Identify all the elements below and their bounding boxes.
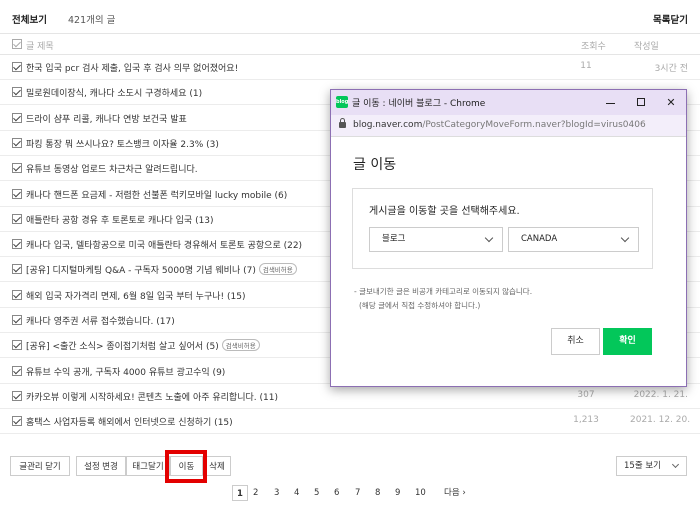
page-url: blog.naver.com/PostCategoryMoveForm.nave… [353,120,646,130]
post-title[interactable]: 파킹 통장 뭐 쓰시나요? 토스뱅크 이자율 2.3% (3) [26,137,219,150]
page-link[interactable]: 2 [253,485,258,501]
post-title[interactable]: 캐나다 핸드폰 요금제 - 저렴한 선불폰 럭키모바일 lucky mobile… [26,188,287,201]
lock-icon [339,118,346,128]
column-date: 작성일 [634,42,659,52]
column-views: 조회수 [581,42,606,52]
row-checkbox[interactable] [12,239,22,250]
chevron-down-icon [484,233,494,243]
post-title[interactable]: 해외 입국 자가격리 면제, 6월 8일 입국 부터 누구나! (15) [26,289,245,302]
row-checkbox[interactable] [12,416,22,427]
row-checkbox[interactable] [12,137,22,148]
post-views: 11 [580,61,592,71]
search-disallowed-badge: 검색비허용 [258,263,297,276]
page-link[interactable]: 6 [334,485,339,501]
row-checkbox[interactable] [12,365,22,376]
table-row[interactable]: 카카오뷰 이렇게 시작하세요! 콘텐츠 노출에 아주 유리합니다. (11) 30… [0,384,700,409]
notice-line-1: - 글보내기한 글은 비공개 카테고리로 이동되지 않습니다. [354,287,533,296]
table-row[interactable]: 한국 입국 pcr 검사 제출, 입국 후 검사 의무 없어졌어요! 11 3시간 … [0,55,700,80]
list-header: 전체보기 421개의 글 목록닫기 [12,12,688,26]
post-title[interactable]: 한국 입국 pcr 검사 제출, 입국 후 검사 의무 없어졌어요! [26,61,238,74]
settings-change-button[interactable]: 설정 변경 [76,456,126,476]
row-checkbox[interactable] [12,390,22,401]
row-checkbox[interactable] [12,112,22,123]
page-link[interactable]: 8 [375,485,380,501]
page-title: 전체보기 [12,15,47,26]
category-select-value: CANADA [521,234,558,244]
post-title[interactable]: 애틀란타 공항 경유 후 토론토로 캐나다 입국 (13) [26,213,214,226]
move-post-popup-window: blog 글 이동 : 네이버 블로그 - Chrome ✕ blog.nave… [330,89,687,387]
blog-select[interactable]: 블로그 [369,227,503,252]
page-link[interactable]: 4 [294,485,299,501]
post-date: 2022. 1. 21. [633,389,688,400]
page-link[interactable]: 5 [314,485,319,501]
chevron-down-icon [671,460,680,469]
page-link[interactable]: 3 [274,485,279,501]
post-title[interactable]: [공유] <출간 소식> 종이접기처럼 살고 싶어서 (5) 검색비허용 [26,339,260,352]
collapse-list-link[interactable]: 목록닫기 [653,12,688,26]
post-title[interactable]: 카카오뷰 이렇게 시작하세요! 콘텐츠 노출에 아주 유리합니다. (11) [26,390,278,403]
address-bar[interactable]: blog.naver.com/PostCategoryMoveForm.nave… [331,115,686,137]
post-title[interactable]: 밀로원데이장식, 캐나다 소도시 구경하세요 (1) [26,86,202,99]
destination-prompt: 게시글을 이동할 곳을 선택해주세요. [369,206,520,217]
window-title: 글 이동 : 네이버 블로그 - Chrome [352,99,486,109]
post-views: 307 [577,389,595,400]
row-checkbox[interactable] [12,340,22,351]
row-checkbox[interactable] [12,289,22,300]
add-tag-button[interactable]: 태그달기 [126,456,170,476]
per-page-select[interactable]: 15줄 보기 [616,456,687,476]
post-date: 3시간 전 [654,64,688,74]
post-title[interactable]: [공유] 디지털마케팅 Q&A - 구독자 5000명 기념 웨비나 (7) 검색… [26,263,297,276]
per-page-label: 15줄 보기 [624,461,661,471]
search-disallowed-badge: 검색비허용 [221,339,260,352]
post-date: 2021. 12. 20. [630,415,691,426]
maximize-icon [637,98,645,106]
post-title[interactable]: 드라이 샴푸 리콜, 캐나다 연방 보건국 발표 [26,112,187,125]
post-title[interactable]: 유튜브 수익 공개, 구독자 4000 유튜브 광고수익 (9) [26,365,225,378]
chevron-right-icon: › [462,488,466,498]
row-checkbox[interactable] [12,188,22,199]
close-manage-button[interactable]: 글관리 닫기 [10,456,70,476]
column-title: 글 제목 [26,42,54,52]
row-checkbox[interactable] [12,213,22,224]
blog-favicon-icon: blog [336,96,348,108]
minimize-icon [606,103,615,104]
post-title[interactable]: 캐나다 입국, 델타항공으로 미국 애틀란타 경유해서 토론토 공항으로 (22… [26,238,302,251]
post-count: 421개의 글 [68,15,116,26]
chevron-down-icon [620,233,630,243]
blog-select-value: 블로그 [382,234,406,244]
window-titlebar: blog 글 이동 : 네이버 블로그 - Chrome ✕ [331,90,686,115]
row-checkbox[interactable] [12,87,22,98]
column-header: 글 제목 조회수 작성일 [0,33,700,55]
cancel-button[interactable]: 취소 [551,328,600,355]
category-select[interactable]: CANADA [508,227,639,252]
post-views: 1,213 [573,415,599,426]
post-title[interactable]: 홈택스 사업자등록 해외에서 인터넷으로 신청하기 (15) [26,415,233,428]
delete-button[interactable]: 삭제 [203,456,231,476]
page-link[interactable]: 7 [355,485,360,501]
row-checkbox[interactable] [12,62,22,72]
table-row[interactable]: 홈택스 사업자등록 해외에서 인터넷으로 신청하기 (15) 1,213 2021.… [0,409,700,435]
page-link[interactable]: 1 [232,485,248,501]
move-button-highlight [165,450,207,483]
post-title[interactable]: 유튜브 동영상 업로드 차근차근 알려드립니다. [26,162,198,175]
page-link[interactable]: 10 [415,485,426,501]
notice-line-2: (해당 글에서 직접 수정하셔야 합니다.) [359,301,481,310]
close-window-button[interactable]: ✕ [656,90,686,115]
row-checkbox[interactable] [12,264,22,275]
post-title[interactable]: 캐나다 영주권 서류 접수했습니다. (17) [26,314,175,327]
popup-heading: 글 이동 [353,157,397,173]
close-icon: ✕ [666,96,676,109]
confirm-button[interactable]: 확인 [603,328,652,355]
minimize-button[interactable] [596,90,626,115]
page-link[interactable]: 9 [395,485,400,501]
row-checkbox[interactable] [12,315,22,325]
select-all-checkbox[interactable] [12,39,22,49]
destination-panel: 게시글을 이동할 곳을 선택해주세요. 블로그 CANADA [352,188,653,269]
maximize-button[interactable] [626,90,656,115]
next-page-link[interactable]: 다음 › [444,485,466,501]
row-checkbox[interactable] [12,163,22,174]
